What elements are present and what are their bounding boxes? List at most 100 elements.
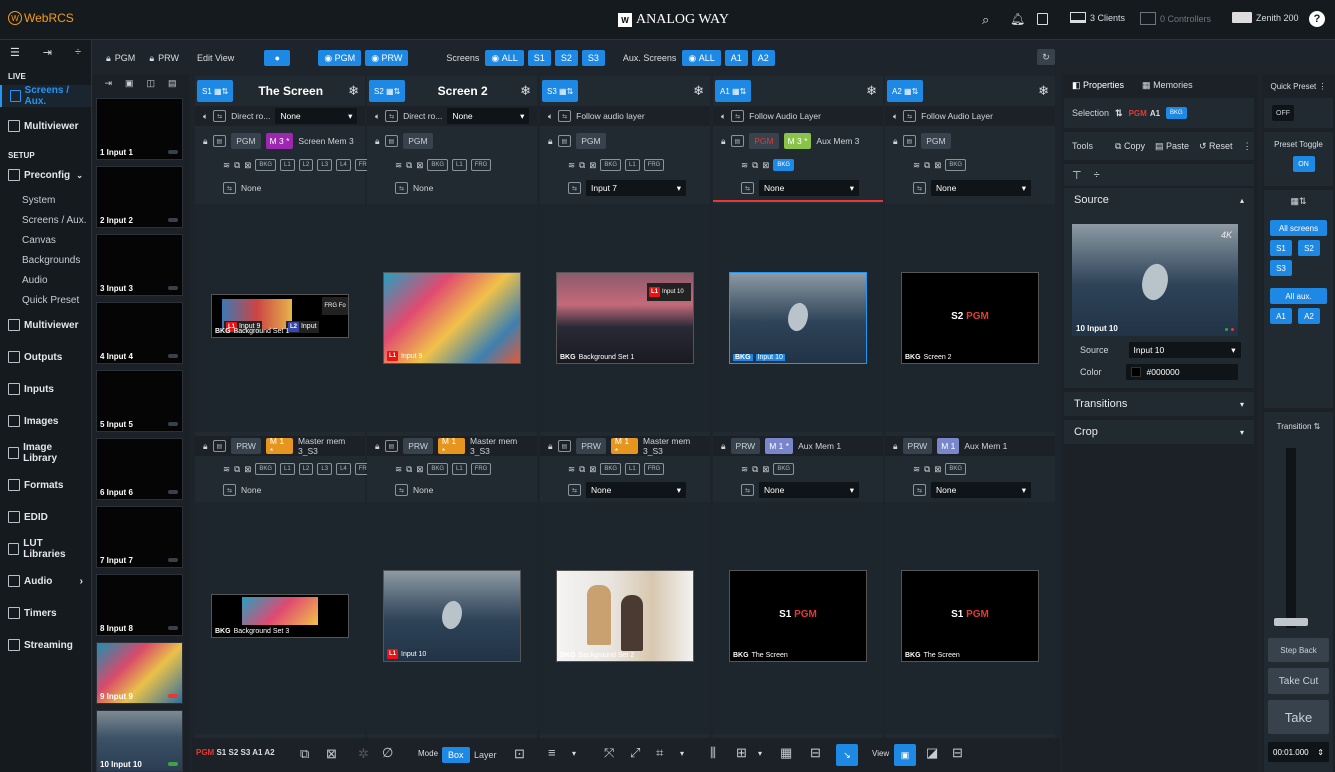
device-indicator[interactable]: Zenith 200	[1232, 12, 1299, 23]
paste-button[interactable]: ▤ Paste	[1155, 141, 1189, 152]
nav-sub-backgrounds[interactable]: Backgrounds	[0, 250, 91, 270]
deselect-icon[interactable]: ⊠	[416, 464, 423, 475]
screen-canvas[interactable]: BKG Background Set 2	[556, 570, 694, 662]
tab-memories[interactable]: ▦ Memories	[1142, 80, 1193, 90]
layer-badge[interactable]: BKG	[773, 463, 794, 475]
layer-badge[interactable]: FRG	[643, 159, 665, 171]
screen-tag[interactable]: S1 ▦⇅	[197, 80, 234, 102]
layers-icon[interactable]: ≋	[395, 160, 402, 171]
help-icon[interactable]: ?	[1309, 11, 1325, 27]
memory-icon[interactable]: ▤	[212, 135, 227, 147]
screen-s2-button[interactable]: S2	[554, 50, 578, 66]
layer-badge[interactable]: L1	[625, 463, 640, 475]
layer-badge[interactable]: BKG	[255, 159, 276, 171]
memory-badge[interactable]: M 1 *	[265, 436, 294, 456]
view-layout-icon[interactable]: ⊟	[952, 745, 963, 761]
memory-badge[interactable]: M 1	[937, 438, 960, 454]
layer-badge[interactable]: BKG	[427, 159, 448, 171]
memory-icon[interactable]: ▤	[557, 440, 572, 452]
memory-badge[interactable]: M 3 *	[783, 133, 812, 149]
pgm-lock-button[interactable]: 🔒︎ PGM	[106, 53, 135, 64]
source-select[interactable]: None ▾	[759, 180, 860, 196]
audio-icon[interactable]: 🔈︎	[375, 111, 380, 122]
aux-a2-button[interactable]: A2	[751, 50, 775, 66]
memory-badge[interactable]: M 3 *	[265, 133, 294, 149]
chevron-down-icon[interactable]: ▾	[572, 749, 576, 758]
divide-icon[interactable]: ÷	[1094, 169, 1100, 181]
align-top-icon[interactable]: ⊤	[1072, 169, 1082, 182]
preset-toggle-on-button[interactable]: ON	[1292, 156, 1315, 172]
lock-icon[interactable]: 🔒︎	[203, 136, 208, 147]
source-select[interactable]: None ▾	[931, 180, 1032, 196]
cursor-button[interactable]: ↘	[836, 744, 858, 766]
input-thumb[interactable]: 9 Input 9	[96, 642, 183, 704]
swap-icon[interactable]: ⇅	[1115, 108, 1123, 119]
nav-sub-system[interactable]: System	[0, 190, 91, 210]
layers-icon[interactable]: ≋	[223, 464, 230, 475]
screen-tag[interactable]: A2 ▦⇅	[887, 80, 924, 102]
audio-icon[interactable]: 🔈︎	[548, 111, 553, 122]
mode-box-button[interactable]: Box	[442, 747, 470, 763]
input-thumb[interactable]: 5 Input 5	[96, 370, 183, 432]
view-split-icon[interactable]: ◪	[926, 745, 938, 761]
layers-icon[interactable]: ≋	[223, 160, 230, 171]
audio-icon[interactable]: 🔈︎	[893, 111, 898, 122]
memory-badge[interactable]: M 1 *	[765, 438, 794, 454]
deselect-icon[interactable]: ⊠	[589, 160, 596, 171]
input-thumb[interactable]: 4 Input 4	[96, 302, 183, 364]
source-select[interactable]: None ▾	[586, 482, 687, 498]
mode-layer-button[interactable]: Layer	[468, 747, 503, 763]
pattern-icon[interactable]: ▦	[780, 745, 792, 761]
audio-icon[interactable]: 🔈︎	[721, 111, 726, 122]
preset-s3-button[interactable]: S3	[1270, 260, 1292, 276]
refresh-button[interactable]: ↻	[1037, 49, 1055, 65]
take-button[interactable]: Take	[1268, 700, 1329, 734]
select-icon[interactable]: ⧉	[924, 464, 930, 475]
transitions-header[interactable]: Transitions ▾	[1064, 392, 1254, 416]
deselect-icon[interactable]: ⊠	[244, 160, 251, 171]
deselect-icon[interactable]: ⊠	[934, 464, 941, 475]
divide-icon[interactable]: ÷	[75, 46, 81, 62]
prw-lock-button[interactable]: 🔒︎ PRW	[149, 53, 179, 64]
nav-item-multiviewer-live[interactable]: Multiviewer	[0, 115, 91, 137]
layers-icon[interactable]: ≋	[568, 160, 575, 171]
preset-a1-button[interactable]: A1	[1270, 308, 1292, 324]
screen-canvas[interactable]: L1 Input 10	[383, 570, 521, 662]
audio-select[interactable]: None ▾	[447, 108, 530, 124]
lock-icon[interactable]: 🔒︎	[893, 441, 898, 452]
screen-canvas[interactable]: L1 Input 9	[383, 272, 521, 364]
screen-tag[interactable]: S2 ▦⇅	[369, 80, 406, 102]
screens-all-button[interactable]: ◉ ALL	[485, 50, 524, 66]
audio-icon[interactable]: 🔈︎	[203, 111, 208, 122]
color-input[interactable]: #000000	[1125, 364, 1238, 380]
chevron-down-icon[interactable]: ▾	[680, 749, 684, 758]
lock-icon[interactable]: 🔒︎	[548, 441, 553, 452]
more-icon[interactable]: ⋮	[1243, 141, 1252, 152]
memory-icon[interactable]: ▤	[902, 135, 917, 147]
image-view-icon[interactable]: ▣	[125, 78, 134, 90]
layer-badge[interactable]: L1	[452, 159, 467, 171]
prw-view-button[interactable]: ◉ PRW	[365, 50, 409, 66]
lock-icon[interactable]: 🔒︎	[375, 441, 380, 452]
search-icon[interactable]: ⌕	[982, 12, 989, 28]
select-icon[interactable]: ⧉	[234, 160, 240, 171]
crop-header[interactable]: Crop ▾	[1064, 420, 1254, 444]
lock-icon[interactable]: 🔒︎	[375, 136, 380, 147]
input-thumb[interactable]: 8 Input 8	[96, 574, 183, 636]
memory-badge[interactable]: M 1 *	[610, 436, 639, 456]
layers-icon[interactable]: ≋	[913, 160, 920, 171]
lock-icon[interactable]: 🔒︎	[893, 136, 898, 147]
layer-badge[interactable]: L1	[280, 159, 295, 171]
nav-sub-quick-preset[interactable]: Quick Preset	[0, 290, 91, 310]
nav-sub-audio[interactable]: Audio	[0, 270, 91, 290]
nav-item-audio[interactable]: Audio ›	[0, 570, 91, 592]
clients-indicator[interactable]: 3 Clients	[1070, 12, 1125, 23]
layer-badge[interactable]: BKG	[600, 463, 621, 475]
layer-badge[interactable]: L4	[336, 159, 351, 171]
all-screens-button[interactable]: All screens	[1270, 220, 1327, 236]
layer-badge[interactable]: L1	[280, 463, 295, 475]
layers-icon[interactable]: ≋	[913, 464, 920, 475]
aux-a1-button[interactable]: A1	[724, 50, 748, 66]
select-icon[interactable]: ⧉	[234, 464, 240, 475]
deselect-icon[interactable]: ⊠	[244, 464, 251, 475]
